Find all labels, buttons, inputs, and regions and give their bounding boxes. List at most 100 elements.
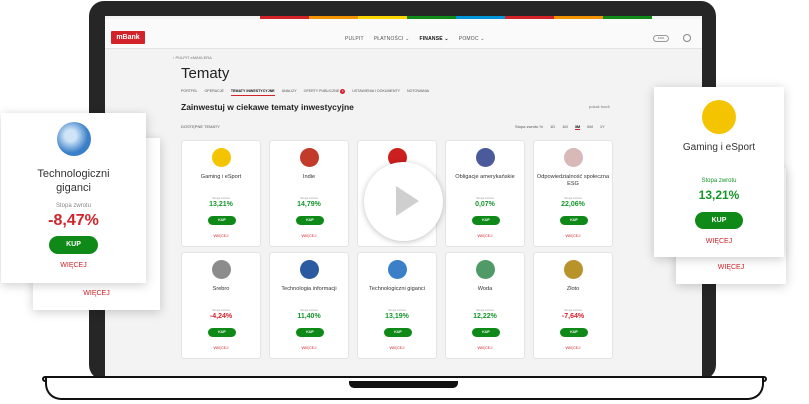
robot-icon [57,122,91,156]
theme-name: Gaming i eSport [200,174,242,180]
theme-card[interactable]: Obligacje amerykańskie Stopa zwrotu 0,07% K… [445,140,525,247]
laptop-notch [349,381,458,388]
rate-value: 11,40% [297,313,321,320]
hands-icon [564,148,583,167]
rate-value: 22,06% [561,201,585,208]
period-6m[interactable]: 6M [587,124,593,130]
network-icon [300,260,319,279]
rate-value: 12,22% [473,313,497,320]
period-1y[interactable]: 1Y [600,124,605,130]
more-link[interactable]: WIĘCEJ [446,233,524,238]
theme-card[interactable]: Technologiczni giganci Stopa zwrotu 13,19%… [357,252,437,359]
buy-button[interactable]: KUP [296,216,324,225]
tab-ustawienia[interactable]: USTAWIENIA I DOKUMENTY [352,89,400,96]
section-heading: Zainwestuj w ciekawe tematy inwestycyjne [181,102,354,112]
main-menu: PULPIT PŁATNOŚCI ⌄ FINANSE ⌄ POMOC ⌄ [345,36,485,42]
rate-label: Stopa zwrotu [300,196,318,200]
floating-buy-button[interactable]: KUP [695,212,743,229]
silver-icon [212,260,231,279]
floating-theme-name: Technologiczni giganci [37,168,110,194]
theme-name: Obligacje amerykańskie [455,174,515,180]
tab-oferty[interactable]: OFERTY PUBLICZNE 1 [304,89,346,96]
menu-item-platnosci[interactable]: PŁATNOŚCI ⌄ [374,36,410,42]
floating-card-tech-giants: Technologiczni giganci Stopa zwrotu -8,4… [1,113,146,283]
buy-button[interactable]: KUP [560,216,588,225]
buy-button[interactable]: KUP [384,328,412,337]
rate-value: -7,64% [561,313,585,320]
floating-rate-label: Stopa zwrotu [701,178,737,184]
code-pill-button[interactable]: KOD [653,34,669,42]
buy-button[interactable]: KUP [472,216,500,225]
rate-value: -4,24% [209,313,233,320]
breadcrumb[interactable]: ‹ PULPIT eMAKLERA [173,55,212,60]
gamepad-icon [702,100,736,134]
theme-card[interactable]: Złoto Stopa zwrotu -7,64% KUP WIĘCEJ [533,252,613,359]
theme-card[interactable]: Woda Stopa zwrotu 12,22% KUP WIĘCEJ [445,252,525,359]
more-link[interactable]: WIĘCEJ [358,345,436,350]
rate-label: Stopa zwrotu [388,308,406,312]
more-link-behind: WIĘCEJ [717,264,745,271]
buy-button[interactable]: KUP [208,328,236,337]
buy-button[interactable]: KUP [296,328,324,337]
india-temple-icon [300,148,319,167]
available-themes-label: DOSTĘPNE TEMATY [181,124,220,129]
floating-theme-name: Gaming i eSport [682,142,756,153]
floating-rate-value: -8,47% [48,212,99,229]
theme-card[interactable]: Odpowiedzialność społeczna ESG Stopa zwro… [533,140,613,247]
floating-card-gaming: Gaming i eSport Stopa zwrotu 13,21% KUP … [654,87,784,257]
logout-power-icon[interactable] [683,34,691,42]
oferty-count-badge: 1 [340,89,346,94]
more-link[interactable]: WIĘCEJ [534,233,612,238]
menu-item-pomoc[interactable]: POMOC ⌄ [459,36,485,42]
menu-item-pulpit[interactable]: PULPIT [345,36,364,42]
more-link[interactable]: WIĘCEJ [446,345,524,350]
theme-name: Srebro [212,286,230,292]
floating-buy-button[interactable]: KUP [49,236,98,254]
buy-button[interactable]: KUP [208,216,236,225]
rate-value: 13,21% [209,201,233,208]
rate-label: Stopa zwrotu [564,196,582,200]
period-1m[interactable]: 1M [562,124,568,130]
rate-value: 14,79% [297,201,321,208]
theme-card[interactable]: Gaming i eSport Stopa zwrotu 13,21% KUP WIĘC… [181,140,261,247]
rate-value: 0,07% [475,201,495,208]
rate-value: 13,19% [385,313,409,320]
tab-portfel[interactable]: PORTFEL [181,89,198,96]
tab-tematy[interactable]: TEMATY INWESTYCYJNE [230,89,275,96]
page-title: Tematy [181,65,230,82]
tab-notowania[interactable]: NOTOWANIA [407,89,429,96]
rate-label: Stopa zwrotu [212,308,230,312]
show-funds-link[interactable]: pokaż fundi [589,104,609,109]
theme-card[interactable]: Srebro Stopa zwrotu -4,24% KUP WIĘCEJ [181,252,261,359]
theme-card[interactable]: Indie Stopa zwrotu 14,79% KUP WIĘCEJ [269,140,349,247]
top-navbar: mBank PULPIT PŁATNOŚCI ⌄ FINANSE ⌄ POMOC… [105,19,702,49]
floating-more-link[interactable]: WIĘCEJ [1,262,146,269]
buy-button[interactable]: KUP [560,328,588,337]
rate-label: Stopa zwrotu [476,308,494,312]
nav-icons: KOD [653,34,691,42]
menu-item-finanse[interactable]: FINANSE ⌄ [419,36,448,42]
mbank-logo[interactable]: mBank [111,31,145,44]
tab-operacje[interactable]: OPERACJE [205,89,224,96]
more-link-behind: WIĘCEJ [83,290,110,297]
more-link[interactable]: WIĘCEJ [182,233,260,238]
rate-label: Stopa zwrotu [300,308,318,312]
period-selector: Stopa zwrotu % 1D 1M 3M 6M 1Y [515,124,605,130]
floating-rate-label: Stopa zwrotu [55,203,92,209]
more-link[interactable]: WIĘCEJ [270,233,348,238]
period-3m[interactable]: 3M [574,124,581,130]
tab-analizy[interactable]: ANALIZY [282,89,297,96]
sub-tabs: PORTFEL OPERACJE TEMATY INWESTYCYJNE ANA… [181,89,429,96]
floating-more-link[interactable]: WIĘCEJ [654,238,784,245]
rate-label: Stopa zwrotu [476,196,494,200]
rate-label: Stopa zwrotu [564,308,582,312]
theme-card[interactable]: Technologia informacji Stopa zwrotu 11,40%… [269,252,349,359]
gamepad-icon [212,148,231,167]
buy-button[interactable]: KUP [472,328,500,337]
period-1d[interactable]: 1D [550,124,555,130]
gold-bars-icon [564,260,583,279]
play-icon[interactable] [396,186,419,216]
more-link[interactable]: WIĘCEJ [270,345,348,350]
more-link[interactable]: WIĘCEJ [182,345,260,350]
more-link[interactable]: WIĘCEJ [534,345,612,350]
